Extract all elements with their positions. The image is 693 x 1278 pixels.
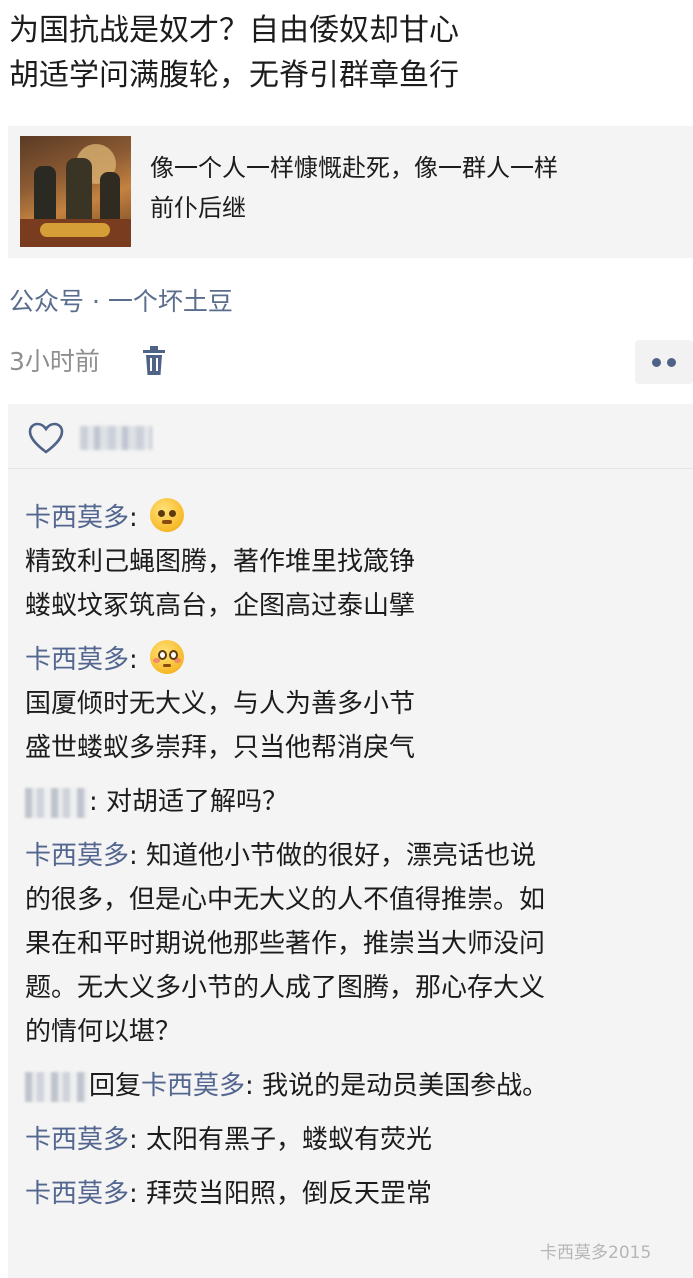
post-line: 胡适学问满腹轮，无脊引群章鱼行	[9, 58, 459, 93]
comment-item[interactable]: : 对胡适了解吗？	[25, 780, 685, 824]
blurred-author-name[interactable]	[25, 1071, 87, 1102]
comment-text: 果在和平时期说他那些著作，推崇当大师没问	[25, 929, 546, 959]
link-title-line: 像一个人一样慷慨赴死，像一群人一样	[150, 154, 558, 182]
heart-icon[interactable]	[28, 422, 64, 454]
link-title: 像一个人一样慷慨赴死，像一群人一样 前仆后继	[150, 148, 690, 228]
link-card[interactable]: 像一个人一样慷慨赴死，像一群人一样 前仆后继	[8, 126, 693, 258]
reply-to-author[interactable]: 卡西莫多	[141, 1071, 245, 1101]
comment-text: 的情何以堪？	[25, 1017, 182, 1047]
comment-separator: :	[129, 1125, 147, 1155]
comment-item[interactable]: 卡西莫多: 国厦倾时无大义，与人为善多小节 盛世蝼蚁多崇拜，只当他帮消戾气	[25, 638, 685, 770]
painting-thumbnail	[20, 136, 131, 247]
comment-separator: :	[245, 1071, 263, 1101]
comment-text: 题。无大义多小节的人成了图腾，那心存大义	[25, 973, 546, 1003]
source-link[interactable]: 公众号 · 一个坏土豆	[9, 282, 233, 318]
comment-item[interactable]: 卡西莫多: 拜荧当阳照，倒反天罡常	[25, 1172, 685, 1216]
comment-text: 盛世蝼蚁多崇拜，只当他帮消戾气	[25, 733, 416, 763]
comment-author[interactable]: 卡西莫多	[25, 1179, 129, 1209]
comment-separator: :	[129, 1179, 147, 1209]
comment-item[interactable]: 卡西莫多: 知道他小节做的很好，漂亮话也说 的很多，但是心中无大义的人不值得推崇…	[25, 834, 685, 1054]
blurred-author-name[interactable]	[25, 787, 87, 818]
comment-text: 知道他小节做的很好，漂亮话也说	[146, 841, 537, 871]
post-body: 为国抗战是奴才？自由倭奴却甘心 胡适学问满腹轮，无脊引群章鱼行	[0, 0, 693, 98]
comment-author[interactable]: 卡西莫多	[25, 645, 129, 675]
comment-text: 的很多，但是心中无大义的人不值得推崇。如	[25, 885, 546, 915]
comment-text: 我说的是动员美国参战。	[262, 1071, 549, 1101]
flushed-face-emoji	[150, 640, 185, 674]
comment-item[interactable]: 卡西莫多: 太阳有黑子，蝼蚁有荧光	[25, 1118, 685, 1162]
post-line: 为国抗战是奴才？自由倭奴却甘心	[9, 13, 459, 48]
post-time: 3小时前	[9, 347, 100, 376]
comment-text: 蝼蚁坟冢筑高台，企图高过泰山擘	[25, 591, 416, 621]
comment-separator: :	[129, 503, 147, 533]
reply-word: 回复	[89, 1071, 142, 1101]
comment-author[interactable]: 卡西莫多	[25, 503, 129, 533]
post-meta: 3小时前	[9, 340, 693, 384]
comment-separator: :	[89, 787, 107, 817]
comment-separator: :	[129, 645, 147, 675]
trash-icon[interactable]	[141, 346, 167, 376]
watermark: 卡西莫多2015	[540, 1243, 652, 1263]
comment-author[interactable]: 卡西莫多	[25, 841, 129, 871]
comment-author[interactable]: 卡西莫多	[25, 1125, 129, 1155]
shush-face-emoji	[150, 498, 185, 532]
comment-text: 拜荧当阳照，倒反天罡常	[146, 1179, 433, 1209]
comments-panel: 卡西莫多: 精致利己蝇图腾，著作堆里找箴铮 蝼蚁坟冢筑高台，企图高过泰山擘 卡西…	[8, 404, 693, 1278]
blurred-liker-name	[80, 426, 152, 450]
link-title-line: 前仆后继	[150, 194, 246, 222]
comment-text: 对胡适了解吗？	[106, 787, 289, 817]
more-dots-icon[interactable]	[635, 340, 693, 384]
comment-text: 国厦倾时无大义，与人为善多小节	[25, 689, 416, 719]
comment-text: 太阳有黑子，蝼蚁有荧光	[146, 1125, 433, 1155]
comment-separator: :	[129, 841, 147, 871]
comment-item[interactable]: 回复卡西莫多: 我说的是动员美国参战。	[25, 1064, 685, 1108]
comment-text: 精致利己蝇图腾，著作堆里找箴铮	[25, 547, 416, 577]
comment-item[interactable]: 卡西莫多: 精致利己蝇图腾，著作堆里找箴铮 蝼蚁坟冢筑高台，企图高过泰山擘	[25, 496, 685, 628]
likes-row	[8, 404, 693, 469]
